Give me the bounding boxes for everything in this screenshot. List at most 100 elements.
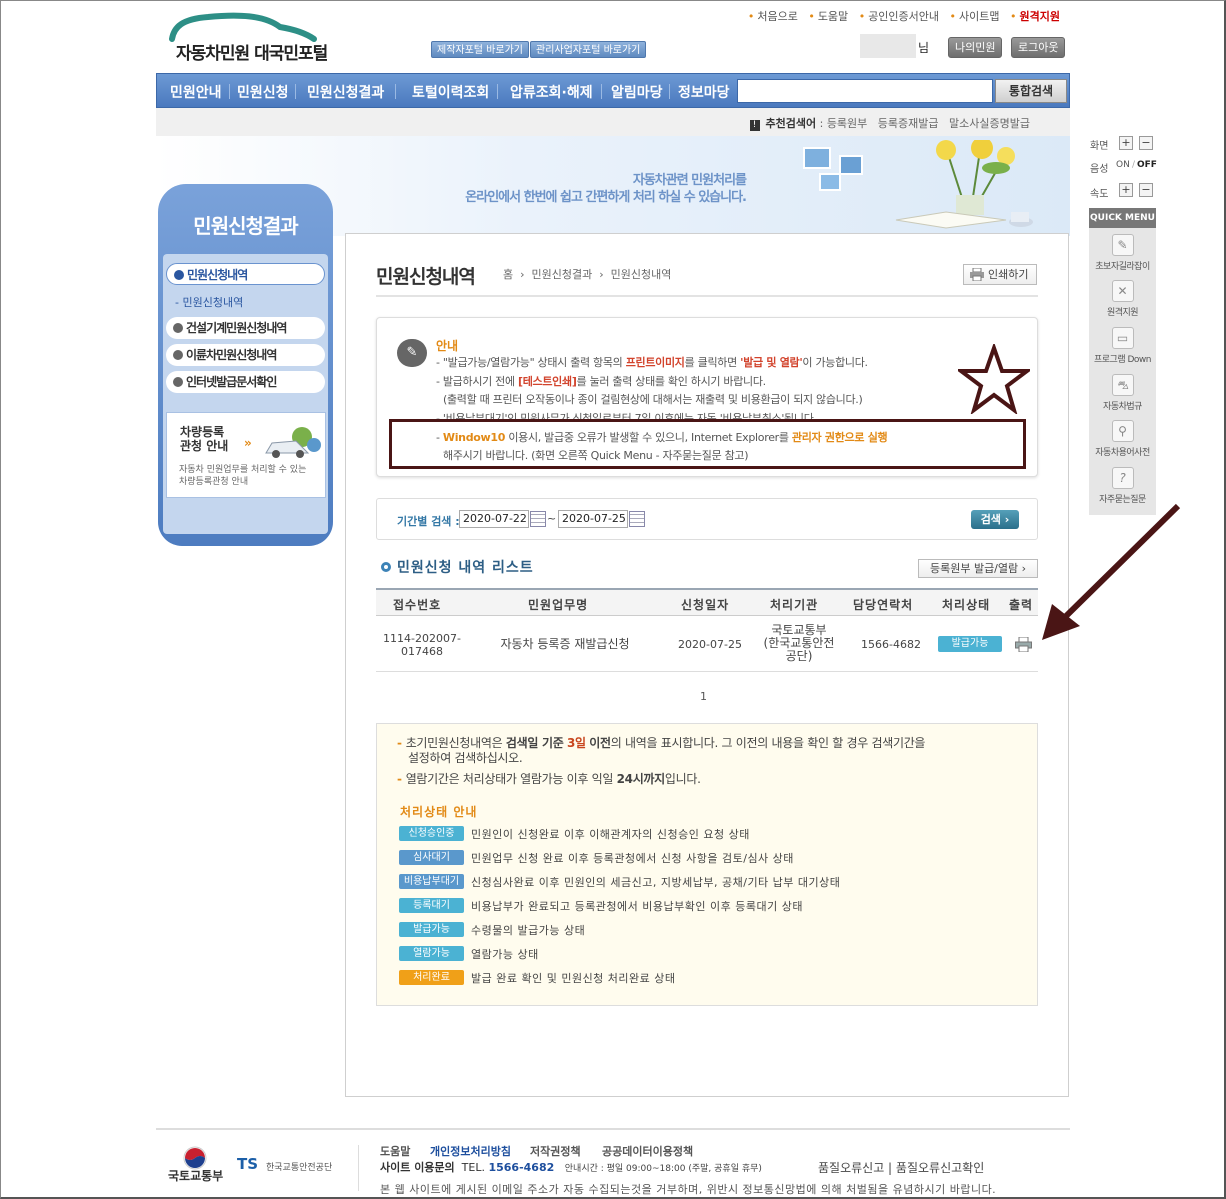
calendar-icon[interactable] (629, 511, 645, 527)
util-help-link[interactable]: • 도움말 (808, 10, 848, 23)
badge-approval-pending: 신청승인중 (399, 826, 464, 841)
bullet-icon (173, 323, 183, 333)
user-suffix: 님 (918, 41, 930, 55)
footer-help-link[interactable]: 도움말 (380, 1143, 410, 1159)
accessibility-controls: 화면 + − 음성 ON / OFF 속도 + − (1090, 136, 1157, 200)
breadcrumb-home[interactable]: 홈 (503, 268, 513, 281)
page-title: 민원신청내역 (376, 266, 476, 288)
sidebar-subitem-requests[interactable]: - 민원신청내역 (175, 294, 243, 310)
logout-button[interactable]: 로그아웃 (1011, 37, 1066, 58)
speed-up-button[interactable]: + (1119, 183, 1133, 197)
registration-office-banner[interactable]: 차량등록 관청 안내 » 자동차 민원업무를 처리할 수 있는 차량등록관청 안… (166, 412, 326, 498)
quick-beginner-guide[interactable]: ✎ 초보자길라잡이 (1089, 234, 1156, 272)
search-input[interactable] (737, 79, 993, 103)
notice-line-1: - "발급가능/열람가능" 상태시 출력 항목의 프린트이미지를 클릭하면 '발… (436, 356, 868, 369)
my-civil-button[interactable]: 나의민원 (948, 37, 1003, 58)
manufacturer-portal-link[interactable]: 제작자포털 바로가기 (431, 41, 529, 58)
badge-register-waiting: 등록대기 (399, 898, 464, 913)
footer-opendata-link[interactable]: 공공데이터이용정책 (602, 1143, 693, 1159)
recommend-link-register[interactable]: 등록원부 (827, 117, 867, 130)
desc-issuable: 수령물의 발급가능 상태 (471, 924, 586, 937)
car-gear-icon (265, 427, 321, 458)
footer-contact: 사이트 이용문의 TEL. 1566-4682 안내시간 : 평일 09:00~… (380, 1161, 762, 1174)
sidebar-item-motorcycle[interactable]: 이륜차민원신청내역 (166, 344, 325, 366)
banner-line-2: 온라인에서 한번에 쉽고 간편하게 처리 하실 수 있습니다. (465, 190, 747, 205)
recommend-label: 추천검색어 (765, 117, 817, 130)
quick-car-law[interactable]: ⛍ 자동차법규 (1089, 374, 1156, 412)
print-page-button[interactable]: 인쇄하기 (963, 264, 1037, 285)
util-cert-link[interactable]: • 공인인증서안내 (859, 10, 939, 23)
bullet-icon (173, 377, 183, 387)
nav-item-seizure[interactable]: 압류조회·해제 (510, 82, 593, 102)
speed-down-button[interactable]: − (1139, 183, 1153, 197)
notice-line-2: - 발급하시기 전에 [테스트인쇄]를 눌러 출력 상태를 확인 하시기 바랍니… (436, 375, 766, 388)
ts-logo: TS (237, 1155, 259, 1173)
register-book-button[interactable]: 등록원부 발급/열람 › (918, 559, 1038, 578)
desc-completed: 발급 완료 확인 및 민원신청 처리완료 상태 (471, 972, 676, 985)
search-button[interactable]: 통합검색 (995, 79, 1067, 103)
util-home-link[interactable]: • 처음으로 (748, 10, 798, 23)
start-date-input[interactable]: 2020-07-22 (459, 510, 529, 528)
cell-date: 2020-07-25 (678, 638, 742, 651)
sidebar-item-construction[interactable]: 건설기계민원신청내역 (166, 317, 325, 339)
badge-completed: 처리완료 (399, 970, 464, 985)
monitor-icon: ▭ (1111, 327, 1134, 349)
col-contact: 담당연락처 (853, 598, 914, 612)
col-date: 신청일자 (681, 598, 730, 612)
breadcrumb-current: 민원신청내역 (610, 268, 672, 281)
recommend-link-cancel[interactable]: 말소사실증명발급 (949, 117, 1030, 130)
sidebar-item-requests[interactable]: 민원신청내역 (166, 263, 325, 285)
quick-program-download[interactable]: ▭ 프로그램 Down (1089, 327, 1156, 365)
alert-icon: ! (749, 120, 760, 131)
quick-menu: ✎ 초보자길라잡이 ✕ 원격지원 ▭ 프로그램 Down ⛍ 자동차법규 ⚲ 자동차용어사… (1089, 228, 1156, 515)
nav-item-apply[interactable]: 민원신청 (237, 82, 289, 102)
ring-bullet-icon (381, 562, 391, 572)
nav-item-info[interactable]: 정보마당 (678, 82, 730, 102)
recommend-link-reissue[interactable]: 등록증재발급 (878, 117, 939, 130)
period-search-label: 기간별 검색 : (397, 515, 460, 528)
search-icon: ⚲ (1111, 420, 1134, 442)
star-annotation-icon (958, 344, 1030, 414)
footer-copyright-link[interactable]: 저작권정책 (530, 1143, 581, 1159)
breadcrumb-result[interactable]: 민원신청결과 (532, 268, 593, 281)
util-remote-link[interactable]: • 원격지원 (1010, 10, 1060, 23)
screen-label: 화면 (1090, 141, 1109, 152)
col-name: 민원업무명 (528, 598, 589, 612)
logo-text[interactable]: 자동차민원 대국민포털 (176, 39, 328, 64)
calendar-icon[interactable] (530, 511, 546, 527)
col-receipt: 접수번호 (393, 598, 442, 612)
bullet-icon (173, 350, 183, 360)
footer-privacy-link[interactable]: 개인정보처리방침 (430, 1143, 511, 1159)
col-agency: 처리기관 (770, 598, 819, 612)
zoom-out-button[interactable]: − (1139, 136, 1153, 150)
banner-desc-2: 차량등록관청 안내 (179, 477, 249, 487)
util-sitemap-link[interactable]: • 사이트맵 (950, 10, 1000, 23)
zoom-in-button[interactable]: + (1119, 136, 1133, 150)
status-badge: 발급가능 (938, 636, 1002, 652)
recommend-bar: ! 추천검색어 : 등록원부 등록증재발급 말소사실증명발급 (156, 108, 1070, 136)
footer-separator (358, 1145, 359, 1191)
management-portal-link[interactable]: 관리사업자포털 바로가기 (530, 41, 647, 58)
cell-receipt: 1114-202007- 017468 (383, 632, 461, 658)
nav-item-notice[interactable]: 알림마당 (611, 82, 663, 102)
nav-item-history[interactable]: 토털이력조회 (412, 82, 489, 102)
nav-item-guide[interactable]: 민원안내 (170, 82, 222, 102)
footer-error-links[interactable]: 품질오류신고 | 품질오류신고확인 (818, 1159, 984, 1176)
nav-item-result[interactable]: 민원신청결과 (307, 82, 384, 102)
row-divider (376, 671, 1038, 672)
period-search-button[interactable]: 검색 › (971, 510, 1019, 529)
end-date-input[interactable]: 2020-07-25 (558, 510, 628, 528)
cell-name: 자동차 등록증 재발급신청 (500, 637, 630, 651)
breadcrumb: 홈 › 민원신청결과 › 민원신청내역 (503, 268, 672, 281)
title-divider (376, 295, 1038, 297)
page-number[interactable]: 1 (700, 690, 707, 703)
sidebar-item-doc-verify[interactable]: 인터넷발급문서확인 (166, 371, 325, 393)
quick-dictionary[interactable]: ⚲ 자동차용어사전 (1089, 420, 1156, 458)
quick-remote-support[interactable]: ✕ 원격지원 (1089, 280, 1156, 318)
quick-menu-header: QUICK MENU (1089, 208, 1156, 228)
voice-off-toggle[interactable]: OFF (1137, 160, 1157, 170)
notice-line-5: - Window10 이용시, 발급중 오류가 발생할 수 있으니, Inter… (436, 431, 888, 444)
printer-icon (970, 268, 984, 281)
footer-divider (156, 1128, 1070, 1130)
voice-on-toggle[interactable]: ON (1116, 160, 1130, 170)
